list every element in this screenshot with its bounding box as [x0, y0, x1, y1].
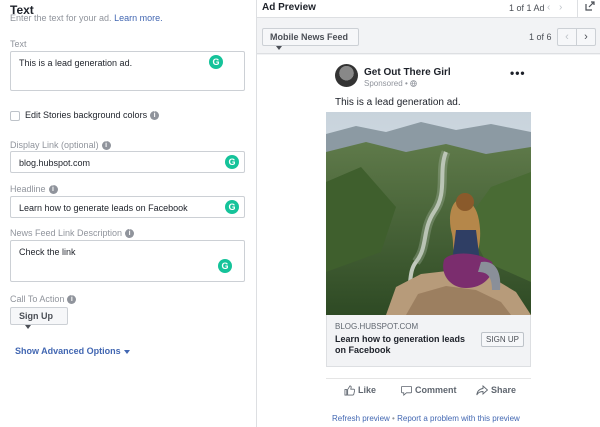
headline-label-text: Headline: [10, 184, 46, 194]
caret-down-icon: [123, 349, 130, 354]
section-subtitle-text: Enter the text for your ad.: [10, 13, 112, 23]
description-value: Check the link: [19, 247, 76, 257]
ad-text-editor: Text Enter the text for your ad. Learn m…: [0, 0, 256, 427]
globe-icon: [410, 80, 417, 88]
sponsored-text: Sponsored: [364, 79, 403, 88]
text-field-value: This is a lead generation ad.: [19, 58, 133, 68]
next-placement-button[interactable]: ›: [576, 28, 596, 46]
grammarly-icon[interactable]: G: [225, 155, 239, 169]
caret-down-icon: [25, 324, 31, 329]
show-advanced-options-text: Show Advanced Options: [15, 346, 121, 356]
share-icon: [476, 385, 489, 396]
sign-up-button[interactable]: SIGN UP: [481, 332, 524, 347]
stories-colors-label-text: Edit Stories background colors: [25, 110, 148, 120]
previous-placement-button[interactable]: ‹: [557, 28, 577, 46]
placement-pager: 1 of 6: [529, 32, 552, 42]
info-icon[interactable]: i: [125, 229, 135, 239]
comment-button[interactable]: Comment: [401, 385, 457, 397]
preview-title: Ad Preview: [262, 2, 316, 13]
link-preview[interactable]: BLOG.HUBSPOT.COM Learn how to generation…: [326, 315, 531, 367]
more-icon[interactable]: •••: [510, 66, 526, 80]
ad-pager: 1 of 1 Ad: [509, 3, 545, 13]
preview-toolbar: Mobile News Feed 1 of 6 ‹ ›: [257, 20, 600, 54]
ad-primary-text: This is a lead generation ad.: [335, 97, 461, 108]
ad-preview-card: Get Out There Girl Sponsored • ••• This …: [257, 55, 600, 427]
display-link-optional: (optional): [61, 140, 99, 150]
info-icon[interactable]: i: [101, 141, 111, 151]
chevron-right-icon[interactable]: ›: [559, 2, 562, 13]
grammarly-icon[interactable]: G: [225, 200, 239, 214]
cta-label-text: Call To Action: [10, 294, 65, 304]
avatar: [335, 64, 358, 87]
learn-more-link[interactable]: Learn more.: [114, 13, 163, 23]
description-label: News Feed Link Description i: [10, 228, 135, 239]
cta-label: Call To Action i: [10, 294, 77, 305]
preview-header: Ad Preview 1 of 1 Ad ‹ ›: [257, 0, 600, 18]
caret-down-icon: [276, 45, 282, 50]
sponsored-label: Sponsored •: [364, 79, 417, 88]
description-label-text: News Feed Link Description: [10, 228, 123, 238]
report-problem-link[interactable]: Report a problem with this preview: [397, 414, 520, 423]
section-subtitle: Enter the text for your ad. Learn more.: [10, 13, 163, 23]
share-label: Share: [491, 385, 517, 395]
info-icon[interactable]: i: [67, 295, 77, 305]
like-label: Like: [358, 385, 377, 395]
chevron-left-icon[interactable]: ‹: [547, 2, 550, 13]
ad-preview-panel: Ad Preview 1 of 1 Ad ‹ › Mobile News Fee…: [256, 0, 600, 427]
stories-colors-checkbox[interactable]: [10, 111, 20, 121]
link-domain: BLOG.HUBSPOT.COM: [335, 322, 419, 331]
like-icon: [344, 385, 356, 396]
display-link-label: Display Link (optional) i: [10, 140, 111, 151]
grammarly-icon[interactable]: G: [209, 55, 223, 69]
share-button[interactable]: Share: [476, 385, 516, 396]
preview-footer-links: Refresh preview • Report a problem with …: [332, 414, 520, 423]
like-button[interactable]: Like: [344, 385, 376, 396]
cta-select-value: Sign Up: [19, 311, 53, 321]
stories-colors-label: Edit Stories background colors i: [25, 110, 160, 121]
headline-value: Learn how to generate leads on Facebook: [19, 203, 188, 213]
grammarly-icon[interactable]: G: [218, 259, 232, 273]
separator-dot: •: [404, 79, 408, 88]
display-link-label-text: Display Link: [10, 140, 59, 150]
info-icon[interactable]: i: [48, 185, 58, 195]
text-label: Text: [10, 39, 27, 49]
placement-dropdown[interactable]: Mobile News Feed: [262, 28, 359, 50]
footer-separator: •: [392, 414, 395, 423]
description-field[interactable]: Check the link: [10, 240, 245, 282]
headline-field[interactable]: Learn how to generate leads on Facebook: [10, 196, 245, 218]
ad-image: [326, 112, 531, 315]
display-link-field[interactable]: blog.hubspot.com: [10, 151, 245, 173]
placement-value: Mobile News Feed: [270, 32, 349, 42]
comment-label: Comment: [415, 385, 457, 395]
refresh-preview-link[interactable]: Refresh preview: [332, 414, 390, 423]
info-icon[interactable]: i: [150, 111, 160, 121]
link-headline: Learn how to generation leads on Faceboo…: [335, 334, 466, 355]
export-icon[interactable]: [577, 0, 600, 18]
show-advanced-options-link[interactable]: Show Advanced Options: [15, 346, 130, 356]
reaction-bar: Like Comment Share: [326, 378, 531, 400]
comment-icon: [401, 386, 412, 397]
headline-label: Headline i: [10, 184, 58, 195]
display-link-value: blog.hubspot.com: [19, 158, 91, 168]
cta-select[interactable]: Sign Up: [10, 307, 68, 329]
page-name[interactable]: Get Out There Girl: [364, 67, 451, 78]
